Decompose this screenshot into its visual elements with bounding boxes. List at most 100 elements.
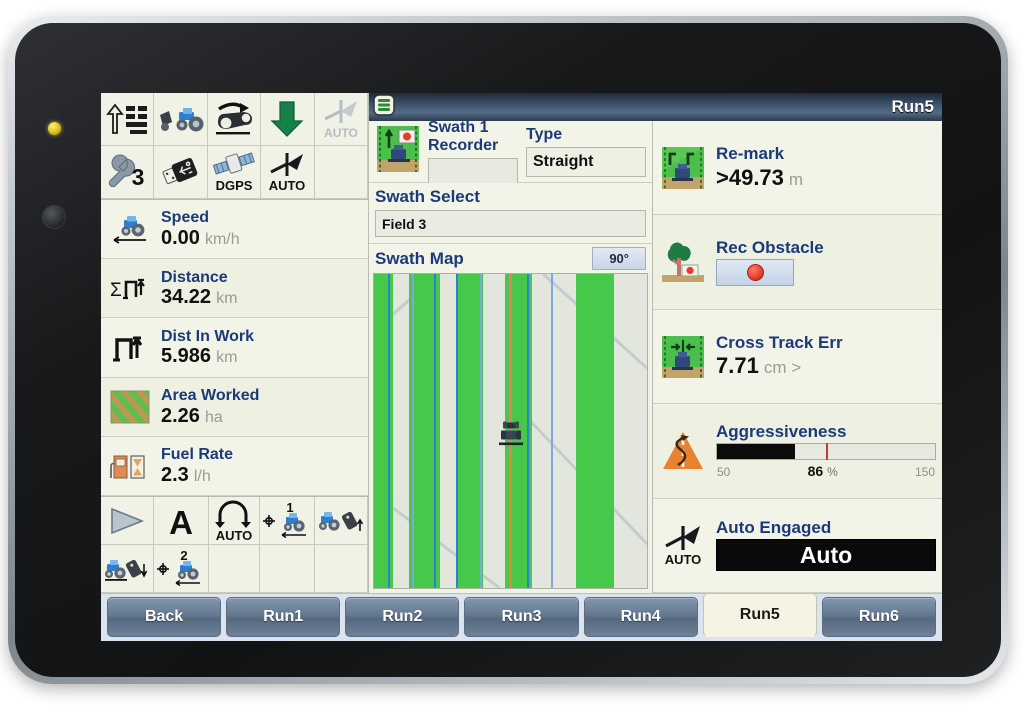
panel-cross-track-body: Cross Track Err 7.71 cm > bbox=[716, 332, 936, 380]
auto-steer-icon-cell[interactable]: AUTO bbox=[261, 146, 315, 199]
arrow-up-list-icon bbox=[106, 103, 148, 134]
green-down-arrow-icon-cell[interactable] bbox=[261, 93, 315, 146]
swath-recorder-group: Swath 1 Recorder bbox=[375, 119, 518, 184]
aggressiveness-value: 86 % bbox=[807, 462, 838, 479]
implement-tractor-icon-cell[interactable] bbox=[154, 93, 208, 146]
tab-back[interactable]: Back bbox=[107, 597, 222, 637]
panel-cross-track-err[interactable]: Cross Track Err 7.71 cm > bbox=[653, 309, 942, 405]
readout-dist-in-work[interactable]: Dist In Work 5.986 km bbox=[101, 318, 368, 378]
empty-cell bbox=[260, 545, 315, 593]
right-readout-list: Re-mark >49.73 m Rec Obstacle Cross Trac… bbox=[653, 121, 942, 594]
tab-run2[interactable]: Run2 bbox=[345, 597, 460, 637]
aggressiveness-slider[interactable] bbox=[716, 442, 936, 460]
tractor-implement-down-icon-cell[interactable] bbox=[101, 545, 154, 593]
tab-run3[interactable]: Run3 bbox=[464, 597, 579, 637]
usb-stick-icon bbox=[162, 158, 197, 184]
title-text: Run5 bbox=[891, 97, 935, 116]
readout-distance-text: Distance 34.22 km bbox=[161, 269, 237, 309]
distance-work-icon bbox=[107, 327, 153, 369]
readout-value: 5.986 bbox=[161, 345, 212, 368]
readout-label: Fuel Rate bbox=[161, 446, 234, 464]
tab-bar: Back Run1 Run2 Run3 Run4 Run5 Run6 bbox=[101, 593, 942, 641]
svg-text:AUTO: AUTO bbox=[216, 528, 253, 542]
tractor-mark-1-icon-cell[interactable]: 1 bbox=[260, 497, 315, 545]
tab-run5[interactable]: Run5 bbox=[702, 593, 817, 637]
map-track-trail bbox=[509, 456, 513, 588]
readout-unit: km bbox=[216, 349, 238, 367]
record-dot-icon bbox=[746, 263, 764, 281]
swath-map-label: Swath Map bbox=[375, 248, 464, 268]
sum-distance-icon: Σ bbox=[107, 267, 153, 309]
winding-road-icon bbox=[659, 428, 707, 474]
panel-auto-engaged-body: Auto Engaged Auto bbox=[716, 518, 936, 572]
swath-recorder-icon bbox=[375, 124, 421, 179]
panel-label: Cross Track Err bbox=[716, 332, 843, 352]
hitch-link-icon bbox=[215, 102, 252, 135]
map-guidance-line bbox=[455, 274, 458, 588]
panel-label: Rec Obstacle bbox=[716, 237, 824, 257]
panel-unit: m bbox=[788, 169, 804, 189]
aggressiveness-fill bbox=[717, 443, 796, 459]
menu-icon[interactable] bbox=[373, 93, 395, 121]
field-stripes-icon bbox=[107, 386, 153, 428]
auto-headland-turn-icon-cell[interactable]: AUTO bbox=[209, 497, 260, 545]
tractor-mark-2-icon-cell[interactable]: 2 bbox=[154, 545, 209, 593]
fuel-pump-icon bbox=[107, 445, 153, 487]
aggressiveness-scale: 50 86 % 150 bbox=[716, 463, 936, 479]
readout-area-worked[interactable]: Area Worked 2.26 ha bbox=[101, 377, 368, 437]
map-angle-button[interactable]: 90° bbox=[592, 247, 646, 270]
letter-a-icon-cell[interactable]: A bbox=[154, 497, 209, 545]
arrow-up-list-icon-cell[interactable] bbox=[101, 93, 155, 146]
dgps-satellite-icon-cell[interactable]: DGPS bbox=[207, 146, 262, 199]
top-icon-grid: AUTO 3 DGPS AUTO bbox=[101, 93, 368, 200]
wrench-3-icon: 3 bbox=[109, 154, 145, 190]
swath-recorder-input[interactable] bbox=[428, 158, 518, 184]
panel-unit: cm > bbox=[763, 358, 802, 378]
swath-select-block: Swath Select Field 3 bbox=[369, 183, 652, 244]
panel-aggressiveness-body: Aggressiveness 50 86 % 150 bbox=[716, 423, 936, 479]
type-value-button[interactable]: Straight bbox=[526, 147, 646, 177]
auto-engaged-value: Auto bbox=[799, 541, 853, 568]
panel-label: Re-mark bbox=[716, 143, 785, 163]
auto-steer-inactive-icon-cell[interactable]: AUTO bbox=[314, 93, 368, 146]
right-side-wrapper: Run5 Swath 1 Recorder Type Straight Swat… bbox=[369, 93, 942, 594]
svg-text:DGPS: DGPS bbox=[216, 178, 253, 193]
swath-select-input[interactable]: Field 3 bbox=[375, 210, 646, 237]
swath-select-label: Swath Select bbox=[375, 187, 480, 206]
svg-text:Σ: Σ bbox=[110, 280, 122, 301]
readout-speed[interactable]: Speed 0.00 km/h bbox=[101, 200, 368, 260]
swath-map-canvas[interactable] bbox=[373, 273, 648, 589]
tab-run4[interactable]: Run4 bbox=[583, 597, 698, 637]
tab-run6[interactable]: Run6 bbox=[821, 597, 936, 637]
panel-auto-engaged[interactable]: AUTO Auto Engaged Auto bbox=[653, 498, 942, 594]
usb-stick-icon-cell[interactable] bbox=[154, 146, 208, 199]
power-led-indicator bbox=[48, 122, 61, 135]
readout-label: Dist In Work bbox=[161, 327, 255, 345]
auto-steer-icon: AUTO bbox=[269, 153, 306, 193]
panel-label: Auto Engaged bbox=[716, 518, 832, 538]
left-readout-list: Speed 0.00 km/h Σ Distance 34.22 km Dist… bbox=[101, 200, 368, 497]
type-label: Type bbox=[526, 126, 563, 143]
map-worked-band bbox=[455, 274, 484, 588]
hitch-link-icon-cell[interactable] bbox=[207, 93, 262, 146]
tractor-implement-up-icon-cell[interactable] bbox=[315, 497, 368, 545]
readout-distance[interactable]: Σ Distance 34.22 km bbox=[101, 259, 368, 319]
empty-cell bbox=[315, 545, 368, 593]
readout-area-worked-text: Area Worked 2.26 ha bbox=[161, 387, 259, 427]
wrench-3-icon-cell[interactable]: 3 bbox=[101, 146, 155, 199]
panel-rec-obstacle[interactable]: Rec Obstacle bbox=[653, 215, 942, 310]
play-triangle-icon-cell[interactable] bbox=[101, 497, 154, 545]
panel-remark[interactable]: Re-mark >49.73 m bbox=[653, 121, 942, 216]
panel-aggressiveness[interactable]: Aggressiveness 50 86 % 150 bbox=[653, 404, 942, 499]
readout-value: 34.22 bbox=[161, 286, 212, 309]
map-guidance-line bbox=[480, 274, 483, 588]
readout-fuel-rate[interactable]: Fuel Rate 2.3 l/h bbox=[101, 436, 368, 497]
readout-label: Area Worked bbox=[161, 386, 260, 404]
tab-run1[interactable]: Run1 bbox=[226, 597, 341, 637]
header-row: Swath 1 Recorder Type Straight bbox=[369, 119, 652, 184]
record-obstacle-button[interactable] bbox=[716, 258, 794, 286]
svg-text:A: A bbox=[169, 504, 193, 538]
readout-unit: km/h bbox=[204, 230, 240, 248]
readout-fuel-rate-text: Fuel Rate 2.3 l/h bbox=[161, 446, 233, 486]
map-guidance-line bbox=[551, 274, 554, 588]
